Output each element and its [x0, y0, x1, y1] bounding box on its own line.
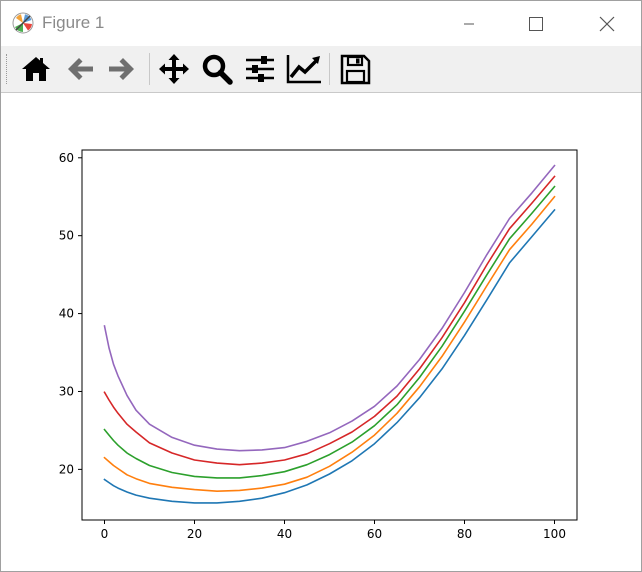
minimize-button[interactable]: [446, 1, 492, 46]
x-tick-label: 0: [101, 527, 109, 541]
arrow-left-icon: [68, 58, 93, 80]
move-icon: [159, 54, 189, 84]
customize-button[interactable]: [286, 52, 322, 86]
toolbar-grip[interactable]: [6, 54, 9, 84]
y-tick-label: 50: [59, 229, 74, 243]
window-title: Figure 1: [42, 13, 105, 32]
x-tick-label: 40: [277, 527, 292, 541]
back-button[interactable]: [62, 52, 98, 86]
forward-button[interactable]: [104, 52, 140, 86]
toolbar-separator: [329, 53, 330, 85]
navigation-toolbar: [1, 46, 641, 93]
maximize-icon: [529, 16, 543, 31]
series-line-4: [103, 175, 556, 466]
x-tick-label: 100: [543, 527, 566, 541]
series-line-2: [103, 195, 556, 493]
series-line-3: [103, 185, 556, 479]
maximize-button[interactable]: [513, 1, 559, 46]
save-button[interactable]: [337, 52, 373, 86]
x-tick-label: 80: [457, 527, 472, 541]
home-icon: [22, 57, 50, 81]
floppy-disk-icon: [340, 54, 371, 85]
y-tick-label: 30: [59, 384, 74, 398]
series-line-5: [103, 164, 556, 452]
line-chart[interactable]: 0 20 40 60 80 100 20 30 40 50 60: [1, 93, 641, 571]
minimize-icon: [464, 23, 474, 24]
y-tick-label: 20: [59, 462, 74, 476]
sliders-icon: [246, 56, 274, 82]
matplotlib-logo-icon: [12, 12, 34, 34]
figure-canvas[interactable]: 0 20 40 60 80 100 20 30 40 50 60: [1, 93, 641, 571]
zoom-button[interactable]: [199, 52, 235, 86]
x-tick-label: 20: [187, 527, 202, 541]
close-button[interactable]: [584, 1, 630, 46]
figure-window: Figure 1 0 20 40 60 80 100 20 30 40 50 6…: [0, 0, 642, 572]
chart-line-icon: [286, 55, 321, 84]
y-tick-label: 40: [59, 307, 74, 321]
arrow-right-icon: [109, 58, 134, 80]
magnifier-icon: [202, 54, 233, 85]
pan-button[interactable]: [156, 52, 192, 86]
x-tick-label: 60: [367, 527, 382, 541]
title-bar[interactable]: Figure 1: [1, 1, 641, 46]
home-button[interactable]: [18, 52, 54, 86]
close-icon: [599, 16, 615, 31]
axes-frame: [81, 149, 578, 521]
y-tick-label: 60: [59, 151, 74, 165]
toolbar-separator: [149, 53, 150, 85]
subplots-button[interactable]: [242, 52, 278, 86]
